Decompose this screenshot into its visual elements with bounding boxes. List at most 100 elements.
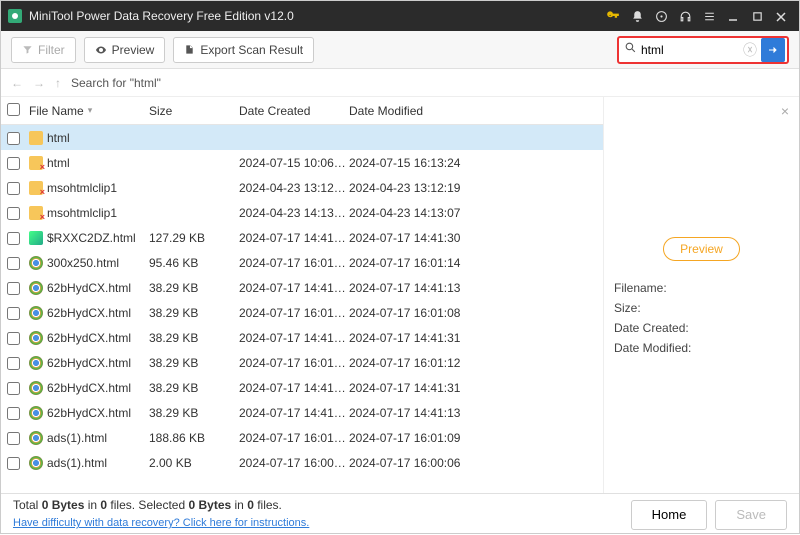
table-row[interactable]: 300x250.html95.46 KB2024-07-17 16:01:…20… (1, 250, 603, 275)
preview-panel: × Preview Filename: Size: Date Created: … (604, 97, 799, 493)
row-checkbox[interactable] (7, 207, 20, 220)
file-name-cell: 300x250.html (47, 256, 149, 270)
row-checkbox[interactable] (7, 232, 20, 245)
minimize-icon[interactable] (721, 9, 745, 23)
footer: Total 0 Bytes in 0 files. Selected 0 Byt… (1, 493, 799, 535)
table-row[interactable]: 62bHydCX.html38.29 KB2024-07-17 14:41:…2… (1, 375, 603, 400)
close-preview-icon[interactable]: × (781, 103, 789, 119)
nav-forward-icon[interactable]: → (33, 76, 45, 90)
row-checkbox[interactable] (7, 307, 20, 320)
preview-date-created-label: Date Created: (614, 321, 789, 335)
table-row[interactable]: 62bHydCX.html38.29 KB2024-07-17 16:01:…2… (1, 300, 603, 325)
preview-filename-label: Filename: (614, 281, 789, 295)
filter-button[interactable]: Filter (11, 37, 76, 63)
titlebar: MiniTool Power Data Recovery Free Editio… (1, 1, 799, 31)
file-type-icon (29, 131, 47, 145)
preview-button[interactable]: Preview (84, 37, 166, 63)
select-all-checkbox[interactable] (7, 103, 20, 116)
file-type-icon (29, 331, 47, 345)
export-button[interactable]: Export Scan Result (173, 37, 314, 63)
row-checkbox[interactable] (7, 332, 20, 345)
table-row[interactable]: 62bHydCX.html38.29 KB2024-07-17 14:41:…2… (1, 325, 603, 350)
close-icon[interactable] (769, 9, 793, 23)
row-checkbox[interactable] (7, 432, 20, 445)
row-checkbox[interactable] (7, 132, 20, 145)
date-created-cell: 2024-07-15 10:06:… (239, 156, 349, 170)
row-checkbox[interactable] (7, 457, 20, 470)
table-row[interactable]: html (1, 125, 603, 150)
disc-icon[interactable] (649, 9, 673, 23)
col-filename[interactable]: File Name ▾ (29, 104, 149, 118)
date-created-cell: 2024-07-17 14:41:11 (239, 406, 349, 420)
file-type-icon (29, 256, 47, 270)
clear-search-icon[interactable]: ⓧ (741, 40, 759, 60)
date-modified-cell: 2024-07-17 14:41:31 (349, 331, 603, 345)
file-list[interactable]: htmlhtml2024-07-15 10:06:…2024-07-15 16:… (1, 125, 603, 493)
home-button[interactable]: Home (631, 500, 708, 530)
file-type-icon (29, 381, 47, 395)
file-name-cell: 62bHydCX.html (47, 281, 149, 295)
nav-back-icon[interactable]: ← (11, 76, 23, 90)
export-icon (184, 44, 195, 55)
table-row[interactable]: msohtmlclip12024-04-23 13:12:…2024-04-23… (1, 175, 603, 200)
file-list-panel: File Name ▾ Size Date Created Date Modif… (1, 97, 604, 493)
table-row[interactable]: 62bHydCX.html38.29 KB2024-07-17 16:01:11… (1, 350, 603, 375)
maximize-icon[interactable] (745, 9, 769, 23)
headphones-icon[interactable] (673, 9, 697, 23)
bell-icon[interactable] (625, 9, 649, 23)
table-row[interactable]: ads(1).html2.00 KB2024-07-17 16:00:…2024… (1, 450, 603, 475)
file-type-icon (29, 431, 47, 445)
menu-icon[interactable] (697, 9, 721, 23)
date-modified-cell: 2024-07-17 16:01:09 (349, 431, 603, 445)
file-size-cell: 38.29 KB (149, 281, 239, 295)
file-name-cell: ads(1).html (47, 456, 149, 470)
sort-indicator-icon: ▾ (88, 105, 93, 116)
date-modified-cell: 2024-07-17 14:41:13 (349, 281, 603, 295)
key-icon[interactable] (601, 9, 625, 24)
date-modified-cell: 2024-07-17 16:01:08 (349, 306, 603, 320)
date-modified-cell: 2024-07-15 16:13:24 (349, 156, 603, 170)
table-row[interactable]: msohtmlclip12024-04-23 14:13:…2024-04-23… (1, 200, 603, 225)
row-checkbox[interactable] (7, 257, 20, 270)
file-size-cell: 38.29 KB (149, 406, 239, 420)
col-date-created[interactable]: Date Created (239, 104, 349, 118)
file-name-cell: $RXXC2DZ.html (47, 231, 149, 245)
row-checkbox[interactable] (7, 282, 20, 295)
row-checkbox[interactable] (7, 157, 20, 170)
file-name-cell: msohtmlclip1 (47, 206, 149, 220)
date-created-cell: 2024-04-23 13:12:… (239, 181, 349, 195)
file-size-cell: 38.29 KB (149, 356, 239, 370)
table-row[interactable]: ads(1).html188.86 KB2024-07-17 16:01:…20… (1, 425, 603, 450)
file-type-icon (29, 306, 47, 320)
file-name-cell: 62bHydCX.html (47, 406, 149, 420)
date-created-cell: 2024-07-17 16:01:… (239, 256, 349, 270)
row-checkbox[interactable] (7, 407, 20, 420)
table-row[interactable]: $RXXC2DZ.html127.29 KB2024-07-17 14:41:…… (1, 225, 603, 250)
file-name-cell: ads(1).html (47, 431, 149, 445)
eye-icon (95, 44, 107, 56)
col-size[interactable]: Size (149, 104, 239, 118)
table-row[interactable]: html2024-07-15 10:06:…2024-07-15 16:13:2… (1, 150, 603, 175)
row-checkbox[interactable] (7, 357, 20, 370)
search-box: ⓧ (617, 36, 789, 64)
date-modified-cell: 2024-07-17 14:41:30 (349, 231, 603, 245)
save-button[interactable]: Save (715, 500, 787, 530)
preview-label: Preview (112, 43, 155, 57)
help-link[interactable]: Have difficulty with data recovery? Clic… (13, 517, 309, 529)
col-date-modified[interactable]: Date Modified (349, 104, 603, 118)
date-modified-cell: 2024-07-17 16:00:06 (349, 456, 603, 470)
date-created-cell: 2024-07-17 16:00:… (239, 456, 349, 470)
table-row[interactable]: 62bHydCX.html38.29 KB2024-07-17 14:41:11… (1, 400, 603, 425)
nav-up-icon[interactable]: ↑ (55, 76, 61, 90)
file-name-cell: msohtmlclip1 (47, 181, 149, 195)
row-checkbox[interactable] (7, 182, 20, 195)
file-size-cell: 38.29 KB (149, 331, 239, 345)
file-name-cell: 62bHydCX.html (47, 356, 149, 370)
search-submit-button[interactable] (761, 38, 785, 62)
search-input[interactable] (641, 43, 741, 57)
row-checkbox[interactable] (7, 382, 20, 395)
preview-file-button[interactable]: Preview (663, 237, 740, 261)
file-type-icon (29, 206, 47, 220)
table-row[interactable]: 62bHydCX.html38.29 KB2024-07-17 14:41:11… (1, 275, 603, 300)
nav-row: ← → ↑ Search for "html" (1, 69, 799, 97)
